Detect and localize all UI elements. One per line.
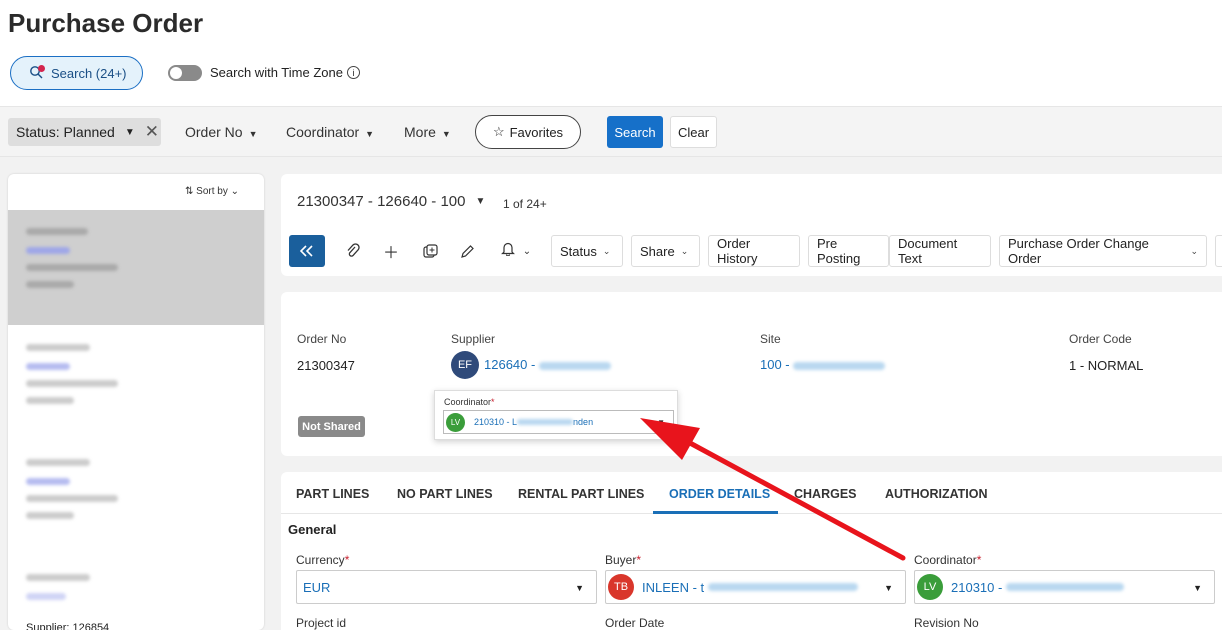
- status-menu-button[interactable]: Status ⌄: [551, 235, 623, 267]
- list-item[interactable]: [8, 441, 264, 555]
- currency-select[interactable]: EUR ▼: [296, 570, 597, 604]
- order-history-button[interactable]: Order History: [708, 235, 800, 267]
- chevron-down-icon: ⌄: [602, 245, 611, 256]
- caret-down-icon[interactable]: ▼: [475, 196, 485, 207]
- tab-charges[interactable]: CHARGES: [794, 487, 857, 501]
- record-count: 1 of 24+: [503, 197, 547, 211]
- attachment-icon[interactable]: [344, 242, 362, 260]
- list-item[interactable]: [8, 326, 264, 440]
- close-icon[interactable]: ✕: [145, 122, 159, 142]
- share-menu-button[interactable]: Share ⌄: [631, 235, 700, 267]
- list-item[interactable]: [8, 210, 264, 325]
- star-icon: ☆: [492, 124, 505, 139]
- sort-by-control[interactable]: ⇅ Sort by ⌄: [185, 186, 239, 197]
- more-toolbar-button[interactable]: [1215, 235, 1222, 267]
- project-id-label: Project id: [296, 616, 347, 630]
- search-panel-button[interactable]: Search (24+): [10, 56, 143, 90]
- order-date-label: Order Date: [605, 616, 665, 630]
- popup-coordinator-label: Coordinator: [444, 397, 492, 407]
- chevron-down-icon: ⌄: [230, 186, 240, 197]
- caret-down-icon: ▼: [365, 129, 375, 139]
- tab-part-lines[interactable]: PART LINES: [296, 487, 369, 501]
- chevron-down-icon: ⌄: [680, 245, 689, 256]
- pre-posting-button[interactable]: Pre Posting: [808, 235, 889, 267]
- section-title: General: [288, 522, 337, 537]
- supplier-avatar: EF: [451, 351, 479, 379]
- order-no-value: 21300347: [297, 358, 355, 373]
- revision-no-label: Revision No: [914, 616, 979, 630]
- double-chevron-left-icon: [300, 245, 313, 257]
- caret-down-icon: ▼: [575, 583, 584, 593]
- timezone-label: Search with Time Zone: [210, 65, 343, 80]
- buyer-label: Buyer: [605, 553, 637, 567]
- order-code-label: Order Code: [1069, 332, 1132, 346]
- favorites-button[interactable]: ☆ Favorites: [475, 115, 581, 149]
- order-no-filter[interactable]: Order No ▼: [185, 124, 258, 140]
- record-selector[interactable]: 21300347 - 126640 - 100 ▼: [297, 193, 485, 210]
- bell-icon: [500, 241, 515, 261]
- more-filter[interactable]: More ▼: [404, 124, 451, 140]
- search-icon: [29, 65, 45, 81]
- collapse-list-button[interactable]: [289, 235, 325, 267]
- record-list: ⇅ Sort by ⌄ Supplier: 126854: [8, 174, 264, 630]
- caret-down-icon: ▼: [1193, 583, 1202, 593]
- notifications-dropdown[interactable]: ⌄: [496, 242, 536, 260]
- caret-down-icon[interactable]: ▼: [125, 127, 135, 138]
- status-filter-chip[interactable]: Status: Planned ▼ ✕: [8, 118, 161, 146]
- sort-icon: ⇅: [185, 186, 194, 197]
- search-panel-label: Search (24+): [51, 65, 127, 81]
- duplicate-icon[interactable]: [421, 242, 439, 260]
- info-icon[interactable]: i: [346, 66, 360, 79]
- tab-order-details[interactable]: ORDER DETAILS: [669, 487, 770, 501]
- list-item[interactable]: [8, 556, 264, 630]
- tab-authorization[interactable]: AUTHORIZATION: [885, 487, 988, 501]
- active-filter-dot: [38, 65, 45, 72]
- chevron-down-icon: ⌄: [1190, 245, 1198, 256]
- tab-rental-part-lines[interactable]: RENTAL PART LINES: [518, 487, 644, 501]
- document-text-button[interactable]: Document Text: [889, 235, 991, 267]
- buyer-select[interactable]: TB INLEEN - t ▼: [605, 570, 906, 604]
- edit-icon[interactable]: [458, 242, 476, 260]
- order-no-label: Order No: [297, 332, 347, 346]
- tab-no-part-lines[interactable]: NO PART LINES: [397, 487, 493, 501]
- caret-down-icon: ▼: [657, 418, 665, 427]
- caret-down-icon: ▼: [441, 129, 451, 139]
- active-tab-indicator: [653, 511, 778, 514]
- coordinator-avatar: LV: [917, 574, 943, 600]
- order-header-card: [281, 292, 1222, 456]
- order-code-value: 1 - NORMAL: [1069, 358, 1144, 373]
- supplier-link[interactable]: 126640 -: [484, 357, 611, 372]
- status-filter-label: Status: Planned: [16, 124, 115, 140]
- coordinator-label: Coordinator: [914, 553, 977, 567]
- clear-button[interactable]: Clear: [670, 116, 717, 148]
- popup-coordinator-select[interactable]: LV 210310 - L nden ▼: [443, 410, 674, 434]
- page-title: Purchase Order: [8, 8, 204, 38]
- record-title: 21300347 - 126640 - 100: [297, 193, 466, 210]
- buyer-avatar: TB: [608, 574, 634, 600]
- caret-down-icon: ▼: [248, 129, 258, 139]
- coordinator-popup: Coordinator* LV 210310 - L nden ▼: [434, 390, 678, 440]
- list-item-supplier: Supplier: 126854: [26, 622, 110, 630]
- currency-label: Currency: [296, 553, 345, 567]
- coordinator-select[interactable]: LV 210310 - ▼: [914, 570, 1215, 604]
- not-shared-badge: Not Shared: [298, 416, 365, 437]
- chevron-down-icon: ⌄: [522, 245, 532, 257]
- coordinator-filter[interactable]: Coordinator ▼: [286, 124, 374, 140]
- add-icon[interactable]: ＋: [382, 242, 400, 262]
- site-link[interactable]: 100 -: [760, 357, 886, 372]
- supplier-label: Supplier: [451, 332, 496, 346]
- coordinator-avatar: LV: [446, 412, 465, 432]
- timezone-toggle[interactable]: [168, 65, 202, 81]
- caret-down-icon: ▼: [884, 583, 893, 593]
- site-label: Site: [760, 332, 781, 346]
- search-button[interactable]: Search: [607, 116, 663, 148]
- change-order-menu-button[interactable]: Purchase Order Change Order ⌄: [999, 235, 1207, 267]
